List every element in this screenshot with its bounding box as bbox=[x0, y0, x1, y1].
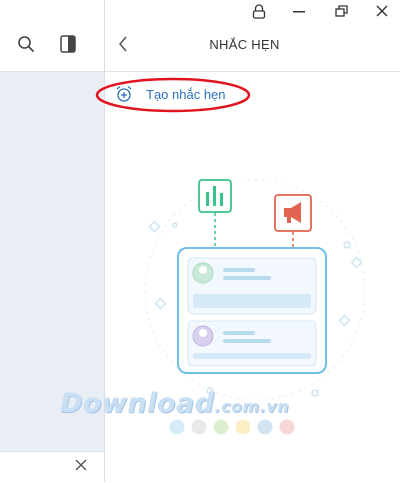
watermark-dots bbox=[169, 419, 295, 435]
restore-icon[interactable] bbox=[335, 5, 348, 17]
panel-icon[interactable] bbox=[60, 35, 76, 53]
create-reminder-button[interactable]: Tạo nhắc hẹn bbox=[105, 72, 400, 118]
watermark-text: Download bbox=[60, 388, 215, 419]
create-reminder-label: Tạo nhắc hẹn bbox=[146, 87, 226, 102]
alarm-plus-icon bbox=[116, 86, 132, 102]
minimize-icon[interactable] bbox=[293, 11, 305, 13]
megaphone-icon bbox=[274, 194, 312, 248]
search-icon[interactable] bbox=[17, 35, 35, 53]
sidebar-notification bbox=[0, 451, 104, 483]
close-icon[interactable] bbox=[75, 459, 87, 471]
watermark-suffix: .com.vn bbox=[214, 397, 290, 416]
empty-state-illustration bbox=[144, 179, 366, 401]
bar-chart-icon bbox=[198, 179, 232, 248]
lock-icon[interactable] bbox=[252, 4, 266, 19]
sidebar-toolbar bbox=[0, 0, 104, 72]
close-icon[interactable] bbox=[376, 5, 388, 17]
watermark: Download.com.vn bbox=[60, 388, 289, 419]
page-title: NHẮC HẸN bbox=[209, 37, 280, 52]
